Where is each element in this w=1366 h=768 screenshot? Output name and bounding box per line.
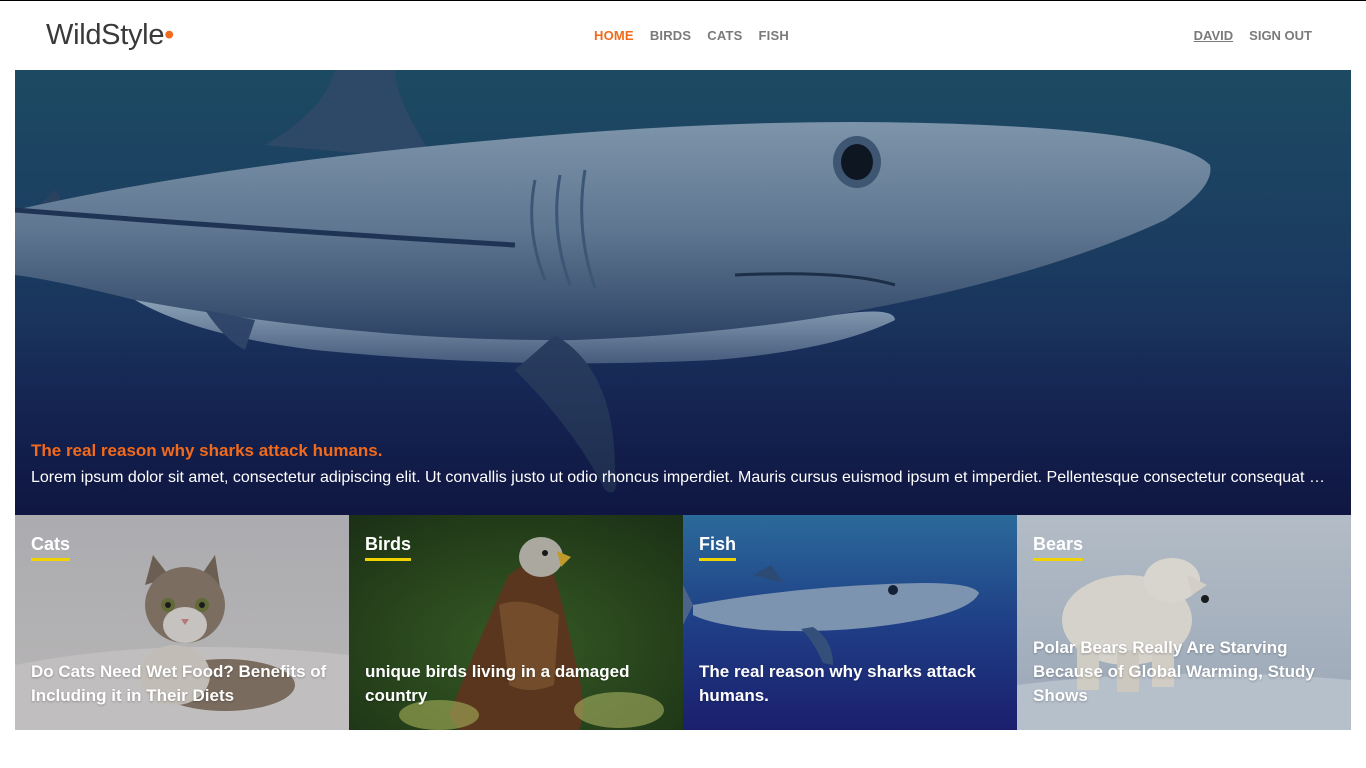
nav-home[interactable]: HOME <box>594 28 634 43</box>
user-profile-link[interactable]: DAVID <box>1194 28 1233 43</box>
card-category-label[interactable]: Cats <box>31 534 71 561</box>
card-category-label[interactable]: Bears <box>1033 534 1084 561</box>
card-cats[interactable]: Cats Do Cats Need Wet Food? Benefits of … <box>15 515 349 730</box>
card-fish[interactable]: Fish The real reason why sharks attack h… <box>683 515 1017 730</box>
hero-article-title[interactable]: The real reason why sharks attack humans… <box>31 441 1335 461</box>
site-header: WildStyle• HOME BIRDS CATS FISH DAVID SI… <box>0 1 1366 70</box>
card-bears[interactable]: Bears Polar Bears Really Are Starving Be… <box>1017 515 1351 730</box>
card-birds[interactable]: Birds unique birds living in a damaged c… <box>349 515 683 730</box>
hero-article-excerpt: Lorem ipsum dolor sit amet, consectetur … <box>31 469 1335 486</box>
nav-fish[interactable]: FISH <box>759 28 789 43</box>
card-title[interactable]: unique birds living in a damaged country <box>365 660 681 708</box>
category-cards: Cats Do Cats Need Wet Food? Benefits of … <box>15 515 1351 730</box>
nav-birds[interactable]: BIRDS <box>650 28 691 43</box>
hero-caption: The real reason why sharks attack humans… <box>31 441 1335 487</box>
user-area: DAVID SIGN OUT <box>1194 28 1312 43</box>
card-category-label[interactable]: Birds <box>365 534 412 561</box>
main-nav: HOME BIRDS CATS FISH <box>594 28 789 43</box>
logo-text: WildStyle <box>46 19 165 51</box>
card-title[interactable]: Polar Bears Really Are Starving Because … <box>1033 636 1349 708</box>
sign-out-link[interactable]: SIGN OUT <box>1249 28 1312 43</box>
card-title[interactable]: Do Cats Need Wet Food? Benefits of Inclu… <box>31 660 347 708</box>
card-category-label[interactable]: Fish <box>699 534 737 561</box>
nav-cats[interactable]: CATS <box>707 28 742 43</box>
card-title[interactable]: The real reason why sharks attack humans… <box>699 660 1015 708</box>
site-logo[interactable]: WildStyle• <box>46 19 174 52</box>
hero-featured-article[interactable]: The real reason why sharks attack humans… <box>15 70 1351 515</box>
logo-dot: • <box>164 19 175 51</box>
